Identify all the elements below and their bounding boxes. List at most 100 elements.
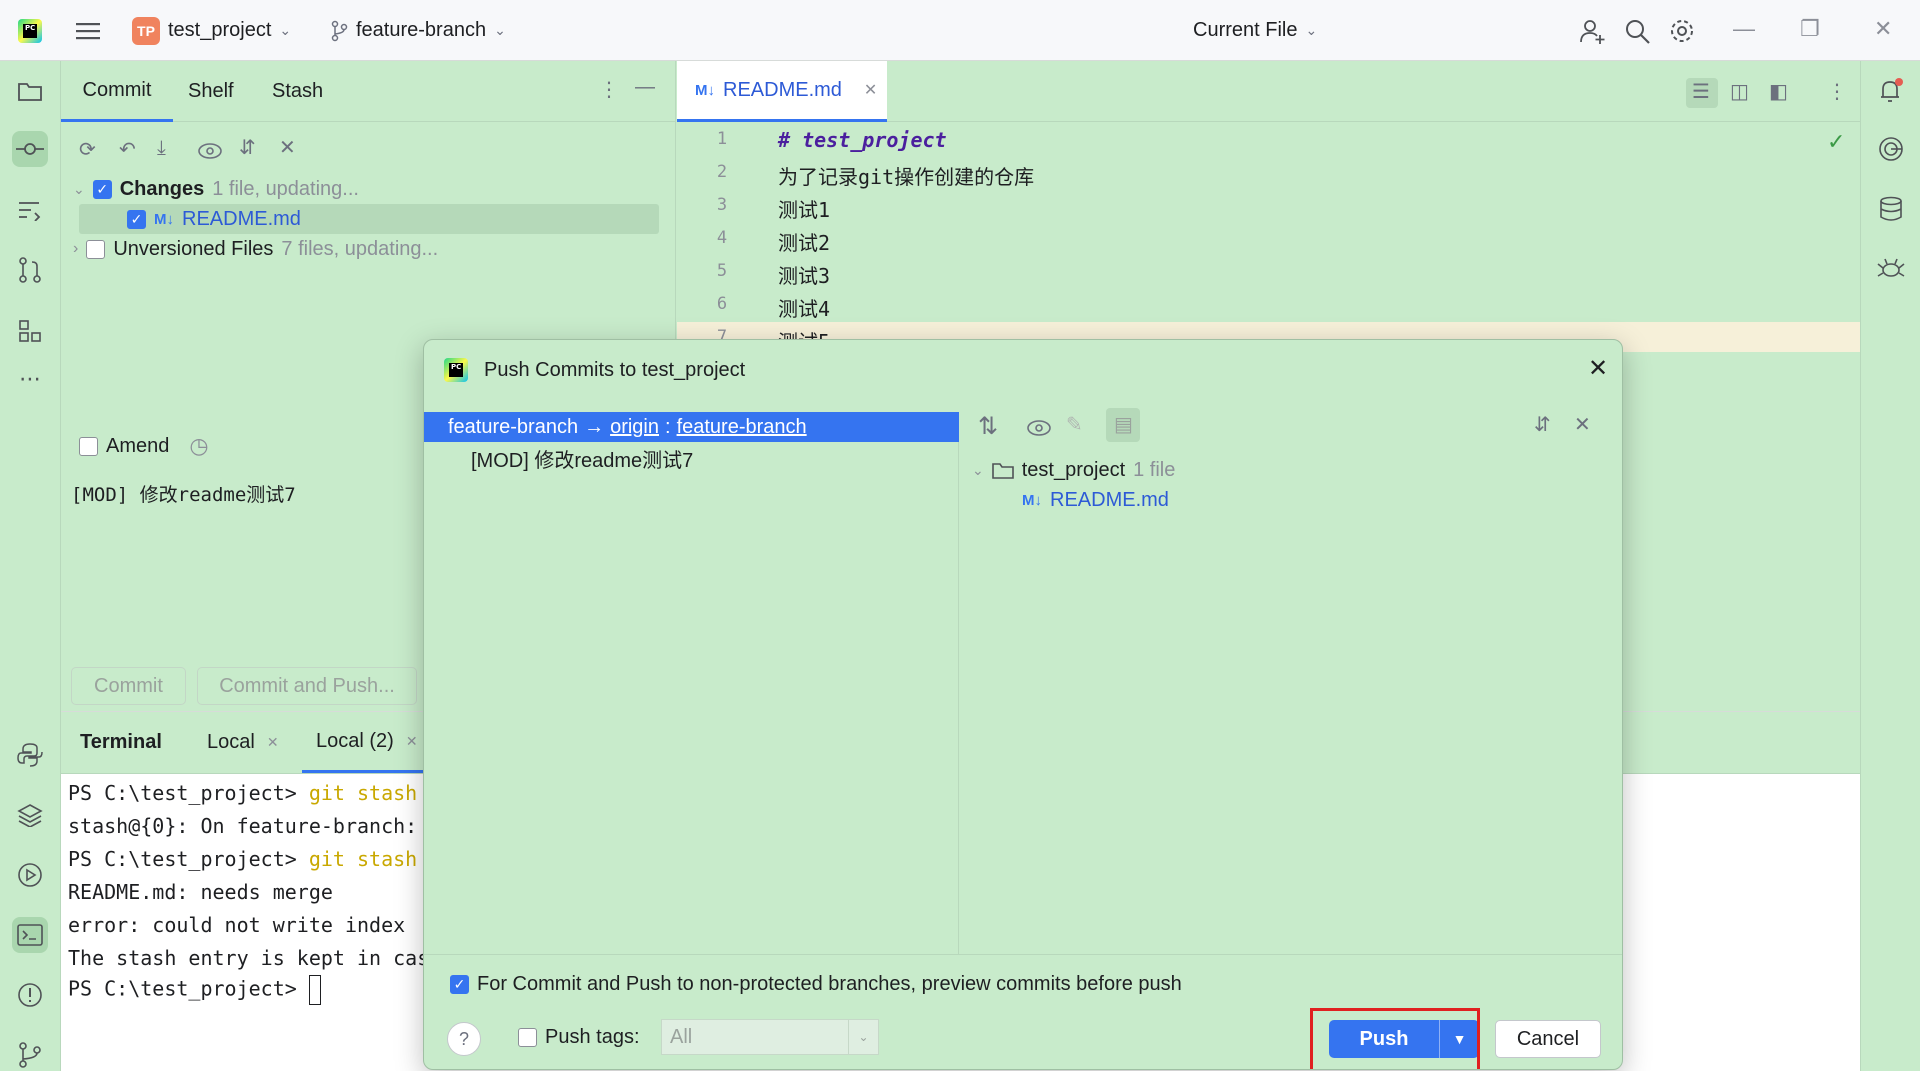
preview-checkbox[interactable]: ✓ <box>450 974 469 994</box>
unversioned-node[interactable]: › Unversioned Files 7 files, updating... <box>73 235 438 263</box>
close-tab-icon[interactable]: ✕ <box>406 733 418 750</box>
problems-tool-button[interactable] <box>12 977 48 1013</box>
changes-checkbox[interactable]: ✓ <box>92 179 112 199</box>
plugins-tool-button[interactable] <box>12 313 48 349</box>
code-line[interactable]: 测试1 <box>778 194 830 223</box>
clock-icon[interactable]: ◷ <box>189 433 208 459</box>
close-window-button[interactable]: ✕ <box>1874 16 1892 42</box>
close-icon: ✕ <box>1874 16 1893 41</box>
split-view-icon[interactable]: ◫ <box>1730 79 1749 104</box>
expand-all-icon[interactable]: ⇵ <box>239 135 256 160</box>
structure-tool-button[interactable] <box>12 192 48 228</box>
run-config-selector[interactable]: Current File ⌄ <box>1193 0 1317 61</box>
close-dialog-icon[interactable]: ✕ <box>1588 354 1608 383</box>
python-packages-tool-button[interactable] <box>12 797 48 833</box>
push-target-row[interactable]: feature-branch → origin : feature-branch <box>424 412 959 442</box>
close-tab-icon[interactable]: ✕ <box>864 80 877 100</box>
changes-node[interactable]: ⌄ ✓ Changes 1 file, updating... <box>73 175 359 203</box>
tab-label: README.md <box>723 78 842 101</box>
push-tags-option[interactable]: Push tags: <box>518 1023 640 1051</box>
options-menu-icon[interactable]: ⋮ <box>599 77 619 102</box>
rollback-icon[interactable]: ↶ <box>119 137 136 162</box>
amend-option[interactable]: Amend ◷ <box>79 432 209 460</box>
terminal-tool-button[interactable] <box>12 917 48 953</box>
terminal-output: The stash entry is kept in cas <box>68 946 430 970</box>
tab-commit[interactable]: Commit <box>61 61 173 122</box>
code-line[interactable]: 测试2 <box>778 227 830 256</box>
collapse-all-icon[interactable]: ✕ <box>279 135 296 160</box>
commit-and-push-button[interactable]: Commit and Push... <box>197 667 417 705</box>
restore-button[interactable]: ❐ <box>1800 16 1820 42</box>
code-line[interactable]: 测试3 <box>778 260 830 289</box>
minimize-button[interactable]: — <box>1733 16 1755 42</box>
settings-button[interactable] <box>1668 0 1696 61</box>
editor-tabs: M↓ README.md ✕ ☰ ◫ ◧ ⋮ <box>677 61 1860 122</box>
remote-link[interactable]: origin <box>610 416 659 439</box>
branch-name: feature-branch <box>356 19 487 41</box>
python-console-tool-button[interactable] <box>12 737 48 773</box>
services-tool-button[interactable] <box>12 857 48 893</box>
notifications-button[interactable] <box>1873 73 1909 109</box>
search-button[interactable] <box>1623 0 1651 61</box>
project-tool-button[interactable] <box>12 73 48 109</box>
group-by-icon[interactable]: ▤ <box>1114 412 1133 437</box>
eye-icon[interactable] <box>1026 418 1052 438</box>
changed-file-row[interactable]: ✓ M↓ README.md <box>127 205 301 233</box>
pull-requests-tool-button[interactable] <box>12 252 48 288</box>
unversioned-checkbox[interactable] <box>86 239 106 259</box>
tree-root-label: test_project <box>1021 458 1126 481</box>
hamburger-icon <box>76 22 100 39</box>
git-tool-button[interactable] <box>12 1037 48 1071</box>
branch-selector[interactable]: feature-branch ⌄ <box>330 0 506 61</box>
commit-message-text[interactable]: [MOD] 修改readme测试7 <box>71 480 296 507</box>
ai-assistant-button[interactable] <box>1873 131 1909 167</box>
code-line[interactable]: 为了记录git操作创建的仓库 <box>778 161 1034 190</box>
commit-tool-button[interactable] <box>12 131 48 167</box>
push-tags-select[interactable]: All ⌄ <box>661 1019 879 1055</box>
update-download-icon[interactable]: ⤓ <box>157 137 166 160</box>
ai-assistant-icon <box>1879 137 1903 161</box>
tab-stash[interactable]: Stash <box>272 61 323 122</box>
editor-only-icon[interactable]: ☰ <box>1692 79 1710 104</box>
amend-checkbox[interactable] <box>79 436 98 456</box>
help-button[interactable]: ? <box>447 1022 481 1056</box>
code-line[interactable]: # test_project <box>778 128 947 152</box>
preview-only-icon[interactable]: ◧ <box>1769 79 1788 104</box>
folder-icon <box>991 463 1014 479</box>
add-user-button[interactable] <box>1578 0 1606 61</box>
diff-arrows-icon[interactable]: ⇅ <box>978 412 998 441</box>
markdown-file-icon: M↓ <box>695 81 715 99</box>
line-number: 6 <box>716 294 728 314</box>
file-checkbox[interactable]: ✓ <box>127 209 146 229</box>
preview-option[interactable]: ✓ For Commit and Push to non-protected b… <box>450 970 1182 998</box>
tree-file-row[interactable]: M↓ README.md <box>1022 486 1169 514</box>
commit-item[interactable]: [MOD] 修改readme测试7 <box>471 444 693 473</box>
more-tools-button[interactable]: ⋯ <box>12 361 48 397</box>
edit-icon[interactable]: ✎ <box>1066 412 1083 437</box>
commit-button[interactable]: Commit <box>71 667 186 705</box>
terminal-command: git stash <box>308 847 418 871</box>
tab-local[interactable]: Local ✕ <box>207 712 279 773</box>
database-button[interactable] <box>1873 191 1909 227</box>
push-tags-checkbox[interactable] <box>518 1027 537 1047</box>
tab-shelf[interactable]: Shelf <box>188 61 234 122</box>
refresh-icon[interactable]: ⟳ <box>79 137 96 162</box>
sciview-button[interactable] <box>1873 251 1909 287</box>
highlight-box <box>1310 1008 1480 1069</box>
close-tab-icon[interactable]: ✕ <box>267 734 279 751</box>
terminal-prompt[interactable]: PS C:\test_project> <box>68 975 321 1005</box>
cancel-button[interactable]: Cancel <box>1495 1020 1601 1058</box>
expand-all-icon[interactable]: ⇵ <box>1534 412 1551 437</box>
collapse-all-icon[interactable]: ✕ <box>1574 412 1591 437</box>
main-menu-button[interactable] <box>74 0 102 61</box>
more-options-icon[interactable]: ⋮ <box>1827 79 1847 104</box>
remote-branch-link[interactable]: feature-branch <box>677 416 807 439</box>
tab-readme[interactable]: M↓ README.md ✕ <box>677 61 887 122</box>
project-selector[interactable]: TP test_project ⌄ <box>132 0 291 61</box>
terminal-icon <box>17 924 43 946</box>
tab-local-2[interactable]: Local (2) ✕ <box>302 712 432 773</box>
eye-icon[interactable] <box>197 141 223 161</box>
hide-panel-icon[interactable]: — <box>635 76 655 99</box>
code-line[interactable]: 测试4 <box>778 293 830 322</box>
tree-root-node[interactable]: ⌄ test_project 1 file <box>972 456 1175 484</box>
